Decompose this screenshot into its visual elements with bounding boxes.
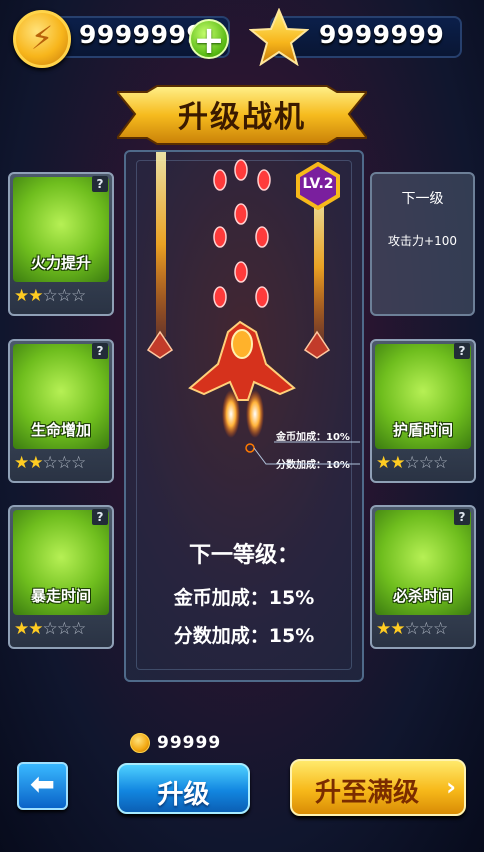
star-rating: ★★☆☆☆ bbox=[376, 453, 448, 473]
plus-icon: + bbox=[193, 18, 225, 62]
back-button[interactable]: ⬅ bbox=[17, 762, 68, 810]
upgrade-card-ultimate[interactable]: ? 必杀时间 ★★☆☆☆ bbox=[370, 505, 476, 649]
next-gold-bonus: 金币加成：15% bbox=[173, 587, 315, 609]
upgrade-button[interactable]: 升级 bbox=[117, 763, 250, 814]
help-icon[interactable]: ? bbox=[454, 343, 470, 359]
card-label: 暴走时间 bbox=[30, 587, 91, 605]
back-arrow-icon: ⬅ bbox=[29, 767, 56, 802]
lightning-coin-icon: ⚡ bbox=[13, 10, 71, 68]
help-icon[interactable]: ? bbox=[92, 343, 108, 359]
star-icon bbox=[249, 8, 309, 66]
upgrade-card-shield[interactable]: ? 护盾时间 ★★☆☆☆ bbox=[370, 339, 476, 483]
upgrade-label: 升级 bbox=[157, 780, 210, 810]
next-level-info-card: 下一级 攻击力+100 bbox=[370, 172, 475, 316]
page-title: 升级战机 bbox=[178, 100, 306, 135]
help-icon[interactable]: ? bbox=[454, 509, 470, 525]
star-rating: ★★☆☆☆ bbox=[376, 619, 448, 639]
info-title: 下一级 bbox=[401, 191, 444, 207]
max-upgrade-button[interactable]: 升至满级 › bbox=[290, 759, 466, 816]
add-gold-button[interactable]: + bbox=[189, 18, 229, 62]
card-label: 火力提升 bbox=[30, 254, 91, 272]
help-icon[interactable]: ? bbox=[92, 176, 108, 192]
card-label: 必杀时间 bbox=[392, 587, 453, 605]
upgrade-card-rampage[interactable]: ? 暴走时间 ★★☆☆☆ bbox=[8, 505, 114, 649]
next-score-bonus: 分数加成：15% bbox=[173, 625, 315, 647]
card-label: 生命增加 bbox=[30, 421, 91, 439]
cost-coin-icon bbox=[130, 733, 150, 753]
star-value: 9999999 bbox=[319, 20, 445, 49]
help-icon[interactable]: ? bbox=[92, 509, 108, 525]
upgrade-card-firepower[interactable]: ? 火力提升 ★★☆☆☆ bbox=[8, 172, 114, 316]
next-level-heading: 下一等级： bbox=[188, 543, 299, 568]
star-rating: ★★☆☆☆ bbox=[14, 286, 86, 306]
level-badge: LV.2 bbox=[302, 176, 334, 192]
upgrade-card-life[interactable]: ? 生命增加 ★★☆☆☆ bbox=[8, 339, 114, 483]
card-label: 护盾时间 bbox=[392, 421, 453, 439]
info-value: 攻击力+100 bbox=[388, 234, 457, 248]
upgrade-cost: 99999 bbox=[157, 733, 222, 753]
max-upgrade-label: 升至满级 bbox=[314, 778, 419, 808]
star-rating: ★★☆☆☆ bbox=[14, 453, 86, 473]
gold-value: 9999999 bbox=[79, 20, 205, 49]
star-rating: ★★☆☆☆ bbox=[14, 619, 86, 639]
bonus-divider bbox=[245, 441, 360, 465]
chevron-right-icon: › bbox=[446, 773, 456, 801]
